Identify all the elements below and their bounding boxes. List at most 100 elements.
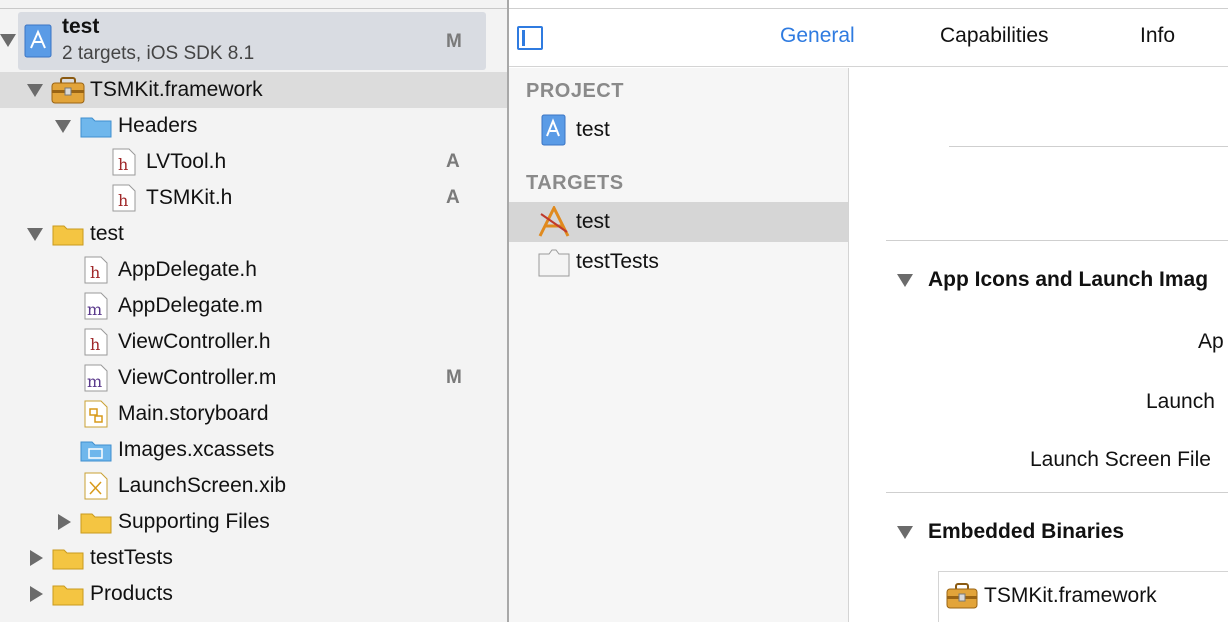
nav-item-supporting-files-group[interactable]: Supporting Files [0, 504, 507, 540]
embedded-binary-label[interactable]: TSMKit.framework [984, 584, 1157, 608]
disclosure-closed-icon[interactable] [30, 550, 43, 566]
svg-text:h: h [90, 335, 100, 354]
scm-status-badge: A [446, 151, 460, 172]
nav-item-label: TSMKit.h [146, 186, 233, 209]
nav-item-label: testTests [90, 546, 173, 569]
svg-text:m: m [87, 300, 102, 319]
nav-item-file[interactable]: m ViewController.m M [0, 360, 507, 396]
implementation-file-icon: m [84, 292, 108, 320]
nav-item-file[interactable]: m AppDelegate.m [0, 288, 507, 324]
project-list-item[interactable]: test [509, 110, 848, 150]
project-section-header: PROJECT [526, 80, 624, 102]
embedded-binaries-section-title: Embedded Binaries [928, 520, 1125, 543]
scm-status-badge: M [446, 367, 462, 388]
navigator-top-border [0, 0, 507, 9]
target-item-testtests[interactable]: testTests [509, 242, 848, 282]
disclosure-open-icon[interactable] [0, 34, 16, 47]
nav-item-test-group[interactable]: test [0, 216, 507, 252]
yellow-folder-icon [52, 585, 84, 606]
tab-capabilities[interactable]: Capabilities [940, 24, 1049, 48]
tab-general[interactable]: General [780, 24, 855, 48]
launch-screen-file-label: Launch Screen File [1030, 448, 1211, 471]
yellow-folder-icon [52, 225, 84, 246]
nav-item-file[interactable]: h AppDelegate.h [0, 252, 507, 288]
nav-item-label: AppDelegate.h [118, 258, 257, 281]
project-list-item-label: test [576, 118, 610, 141]
svg-text:h: h [90, 263, 100, 282]
nav-item-file[interactable]: h TSMKit.h A [0, 180, 507, 216]
project-root-row[interactable]: test 2 targets, iOS SDK 8.1 M [0, 12, 507, 70]
disclosure-closed-icon[interactable] [30, 586, 43, 602]
yellow-folder-icon [80, 513, 112, 534]
embedded-binaries-list[interactable]: TSMKit.framework [938, 571, 1228, 622]
nav-item-file[interactable]: Images.xcassets [0, 432, 507, 468]
header-file-icon: h [84, 256, 108, 284]
section-divider [886, 240, 1228, 241]
nav-item-products-group[interactable]: Products [0, 576, 507, 612]
framework-toolbox-icon [946, 583, 978, 609]
disclosure-closed-icon[interactable] [58, 514, 71, 530]
disclosure-open-icon[interactable] [27, 228, 43, 241]
header-file-icon: h [84, 328, 108, 356]
targets-section-header: TARGETS [526, 172, 624, 194]
project-subtitle: 2 targets, iOS SDK 8.1 [62, 43, 255, 64]
disclosure-open-icon[interactable] [897, 526, 913, 539]
svg-text:m: m [87, 372, 102, 391]
nav-item-label: TSMKit.framework [90, 78, 263, 101]
nav-item-label: Products [90, 582, 173, 605]
tab-info[interactable]: Info [1140, 24, 1175, 48]
svg-text:h: h [118, 155, 128, 174]
target-label: testTests [576, 250, 659, 273]
implementation-file-icon: m [84, 364, 108, 392]
nav-item-label: Images.xcassets [118, 438, 275, 461]
nav-item-label: Supporting Files [118, 510, 270, 533]
project-navigator: test 2 targets, iOS SDK 8.1 M TSMKit.fra… [0, 0, 507, 622]
nav-item-framework[interactable]: TSMKit.framework [0, 72, 507, 108]
editor-top-border [509, 0, 1228, 9]
nav-item-file[interactable]: Main.storyboard [0, 396, 507, 432]
nav-item-file[interactable]: h LVTool.h A [0, 144, 507, 180]
nav-item-file[interactable]: h ViewController.h [0, 324, 507, 360]
section-divider [949, 146, 1228, 147]
nav-item-headers-group[interactable]: Headers [0, 108, 507, 144]
editor-tab-bar: General Capabilities Info [509, 10, 1228, 67]
nav-item-label: Main.storyboard [118, 402, 269, 425]
project-editor: General Capabilities Info PROJECT test T… [509, 0, 1228, 622]
disclosure-open-icon[interactable] [27, 84, 43, 97]
xib-file-icon [84, 472, 108, 500]
nav-item-testtests-group[interactable]: testTests [0, 540, 507, 576]
disclosure-open-icon[interactable] [55, 120, 71, 133]
nav-item-label: AppDelegate.m [118, 294, 263, 317]
xcode-project-icon [24, 24, 52, 58]
project-targets-list: PROJECT test TARGETS test testTests [509, 68, 849, 622]
blue-folder-icon [80, 117, 112, 138]
header-file-icon: h [112, 184, 136, 212]
target-label: test [576, 210, 610, 233]
app-icons-source-label: Ap [1198, 330, 1224, 353]
header-file-icon: h [112, 148, 136, 176]
target-item-test[interactable]: test [509, 202, 848, 242]
scm-status-badge: A [446, 187, 460, 208]
app-icons-section-title: App Icons and Launch Imag [928, 268, 1209, 291]
nav-item-label: ViewController.h [118, 330, 271, 353]
yellow-folder-icon [52, 549, 84, 570]
nav-item-label: LaunchScreen.xib [118, 474, 287, 497]
svg-text:h: h [118, 191, 128, 210]
xcode-project-icon [541, 114, 566, 146]
test-bundle-icon [538, 249, 570, 277]
nav-item-file[interactable]: LaunchScreen.xib [0, 468, 507, 504]
nav-item-label: ViewController.m [118, 366, 277, 389]
launch-images-source-label: Launch [1146, 390, 1215, 413]
nav-item-label: LVTool.h [146, 150, 227, 173]
storyboard-file-icon [84, 400, 108, 428]
general-settings-pane: App Icons and Launch Imag Ap Launch Laun… [849, 68, 1228, 622]
nav-item-label: Headers [118, 114, 198, 137]
framework-toolbox-icon [51, 77, 85, 104]
section-divider [886, 492, 1228, 493]
project-status-badge: M [446, 31, 462, 52]
asset-catalog-icon [80, 441, 112, 462]
project-name: test [62, 15, 100, 38]
sidebar-toggle-icon[interactable] [517, 26, 543, 50]
disclosure-open-icon[interactable] [897, 274, 913, 287]
nav-item-label: test [90, 222, 124, 245]
